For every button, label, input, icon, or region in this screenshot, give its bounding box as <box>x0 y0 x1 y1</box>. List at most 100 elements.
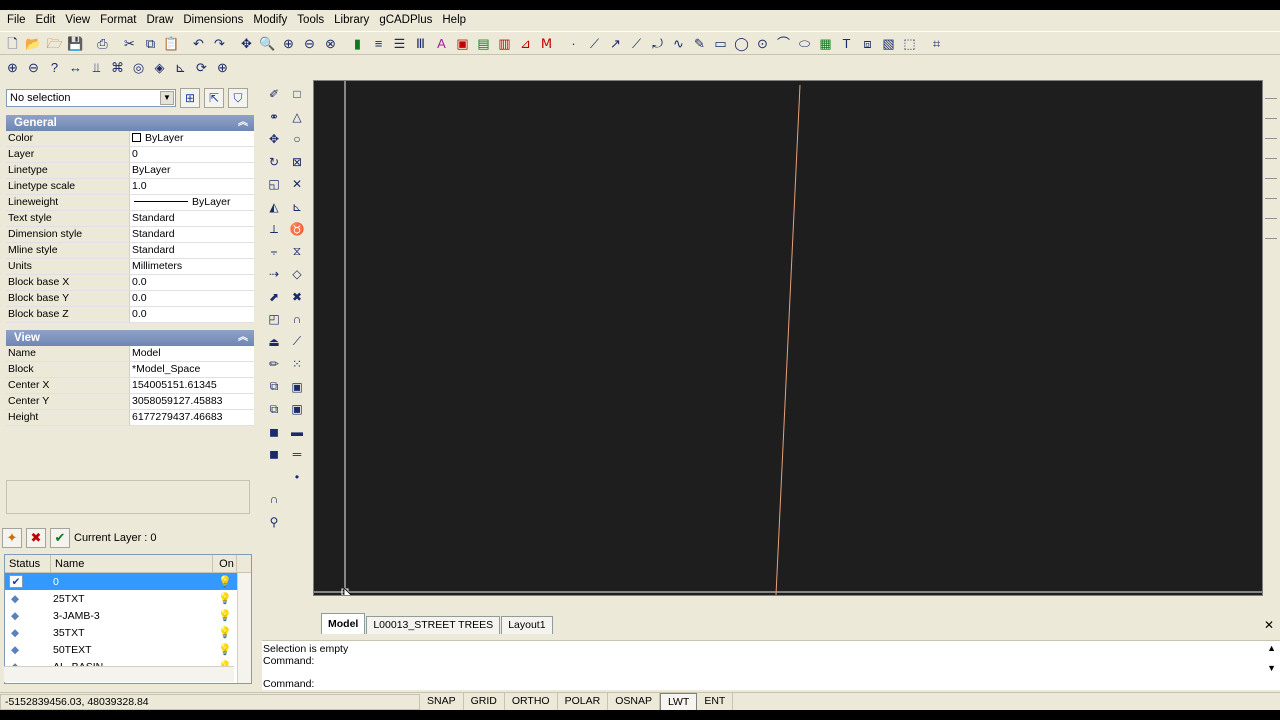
quick-select-icon[interactable]: ⊞ <box>180 88 200 108</box>
snap-center-icon[interactable]: ◎ <box>128 57 149 78</box>
align-icon[interactable]: ⧉ <box>264 399 284 419</box>
diamond-icon[interactable]: ◇ <box>287 264 307 284</box>
extend-icon[interactable]: ⇢ <box>264 264 284 284</box>
selection-dropdown[interactable]: No selection ▼ <box>6 89 176 107</box>
copy-icon[interactable]: ⧉ <box>140 33 161 54</box>
triangle-icon[interactable]: △ <box>287 107 307 127</box>
stretch-icon[interactable]: ⬈ <box>264 287 284 307</box>
rotate-icon[interactable]: ↻ <box>264 152 284 172</box>
group-icon[interactable]: ◼ <box>264 422 284 442</box>
menu-edit[interactable]: Edit <box>31 10 61 30</box>
layer-table-hscrollbar[interactable] <box>4 666 234 682</box>
scroll-down-icon[interactable]: ▼ <box>1267 663 1276 673</box>
explode-icon[interactable]: ✏ <box>264 354 284 374</box>
menu-format[interactable]: Format <box>95 10 141 30</box>
layer-status-icon[interactable]: ◆ <box>5 593 51 605</box>
text-style-icon[interactable]: A <box>431 33 452 54</box>
break-icon[interactable]: ⨪ <box>264 242 284 262</box>
property-row[interactable]: Block base Y 0.0 <box>6 291 254 307</box>
status-toggle-snap[interactable]: SNAP <box>420 692 464 711</box>
status-toggle-osnap[interactable]: OSNAP <box>608 692 660 711</box>
help-query-icon[interactable]: ? <box>44 57 65 78</box>
layer-row[interactable]: ◆ 25TXT 💡 <box>5 590 251 607</box>
units-icon[interactable]: ⊿ <box>515 33 536 54</box>
view-header[interactable]: View ︽ <box>6 330 254 346</box>
columns-icon[interactable]: Ⅲ <box>410 33 431 54</box>
trim-icon[interactable]: ⟂ <box>264 219 284 239</box>
property-value[interactable]: 0.0 <box>130 291 254 306</box>
drawn-line[interactable] <box>775 84 801 596</box>
snap-perpendicular-icon[interactable]: ⊾ <box>170 57 191 78</box>
property-row[interactable]: Linetype scale 1.0 <box>6 179 254 195</box>
name-column-header[interactable]: Name <box>51 555 213 572</box>
tangent-icon[interactable]: ♉ <box>287 219 307 239</box>
hatch-edit-icon[interactable]: ▬ <box>287 422 307 442</box>
block-insert-icon[interactable]: ⧈ <box>857 33 878 54</box>
layer-row[interactable]: ◆ 3-JAMB-3 💡 <box>5 607 251 624</box>
snap-midpoint-icon[interactable]: ⌘ <box>107 57 128 78</box>
property-row[interactable]: Dimension style Standard <box>6 227 254 243</box>
bike-icon[interactable]: ⚲ <box>264 512 284 532</box>
print-icon[interactable]: ⎙ <box>92 33 113 54</box>
status-toggle-grid[interactable]: GRID <box>464 692 505 711</box>
image-insert-icon[interactable]: ▧ <box>878 33 899 54</box>
arc-icon[interactable]: ⌒ <box>773 33 794 54</box>
property-row[interactable]: Center X 154005151.61345 <box>6 378 254 394</box>
command-prompt[interactable]: Command: <box>263 678 314 690</box>
pickadd-icon[interactable]: ⛉ <box>228 88 248 108</box>
sketch-icon[interactable]: ✎ <box>689 33 710 54</box>
new-layer-icon[interactable]: ✦ <box>2 528 22 548</box>
collapse-icon[interactable]: ︽ <box>238 330 248 346</box>
layer-status-icon[interactable]: ◆ <box>5 610 51 622</box>
property-row[interactable]: Height 6177279437.46683 <box>6 410 254 426</box>
layer-status-icon[interactable]: ◆ <box>5 644 51 656</box>
canvas-hscrollbar[interactable] <box>313 596 1263 612</box>
magnet-tool-icon[interactable]: ∩ <box>264 489 284 509</box>
open-file-icon[interactable]: 📂 <box>23 33 44 54</box>
mline-style-icon[interactable]: ▥ <box>494 33 515 54</box>
menu-dimensions[interactable]: Dimensions <box>178 10 248 30</box>
table-style-icon[interactable]: ▤ <box>473 33 494 54</box>
menu-help[interactable]: Help <box>437 10 471 30</box>
undo-icon[interactable]: ↶ <box>188 33 209 54</box>
property-value[interactable]: Standard <box>130 243 254 258</box>
perpendicular-icon[interactable]: ⊾ <box>287 197 307 217</box>
line-icon[interactable]: ⟋ <box>584 33 605 54</box>
scale-icon[interactable]: ◱ <box>264 174 284 194</box>
property-row[interactable]: Name Model <box>6 346 254 362</box>
distance-icon[interactable]: ↔ <box>65 57 86 78</box>
property-value[interactable]: 6177279437.46683 <box>130 410 254 425</box>
property-value[interactable]: 3058059127.45883 <box>130 394 254 409</box>
magnet-icon[interactable]: ∩ <box>287 309 307 329</box>
tab-street-trees[interactable]: L00013_STREET TREES <box>366 616 501 634</box>
circle-icon[interactable]: ◯ <box>731 33 752 54</box>
layer-status-icon[interactable]: ◆ <box>5 627 51 639</box>
delete-layer-icon[interactable]: ✖ <box>26 528 46 548</box>
snap-tangent-icon[interactable]: ⟳ <box>191 57 212 78</box>
match-properties-icon[interactable]: Ⅿ <box>536 33 557 54</box>
property-value[interactable]: Standard <box>130 227 254 242</box>
construction-line-icon[interactable]: ⟋ <box>626 33 647 54</box>
property-row[interactable]: Block *Model_Space <box>6 362 254 378</box>
edit-line-icon[interactable]: ⟋ <box>287 332 307 352</box>
general-header[interactable]: General ︽ <box>6 115 254 131</box>
tab-layout1[interactable]: Layout1 <box>501 616 553 634</box>
quadrant-icon[interactable]: ⊠ <box>287 152 307 172</box>
hatch-icon[interactable]: ▦ <box>815 33 836 54</box>
ellipse-icon[interactable]: ⬭ <box>794 33 815 54</box>
menu-file[interactable]: File <box>2 10 31 30</box>
property-row[interactable]: Mline style Standard <box>6 243 254 259</box>
dimension-style-icon[interactable]: ▣ <box>452 33 473 54</box>
equal-icon[interactable]: ═ <box>287 444 307 464</box>
menu-tools[interactable]: Tools <box>292 10 329 30</box>
property-row[interactable]: Block base X 0.0 <box>6 275 254 291</box>
zoom-extents-icon[interactable]: ⊗ <box>320 33 341 54</box>
zoom-realtime-icon[interactable]: 🔍 <box>257 33 278 54</box>
property-value[interactable]: ByLayer <box>130 131 254 146</box>
point-tool-icon[interactable]: • <box>287 467 307 487</box>
menu-draw[interactable]: Draw <box>142 10 179 30</box>
property-row[interactable]: Layer 0 <box>6 147 254 163</box>
layer-row[interactable]: ◆ 50TEXT 💡 <box>5 641 251 658</box>
property-row[interactable]: Color ByLayer <box>6 131 254 147</box>
menu-view[interactable]: View <box>60 10 95 30</box>
